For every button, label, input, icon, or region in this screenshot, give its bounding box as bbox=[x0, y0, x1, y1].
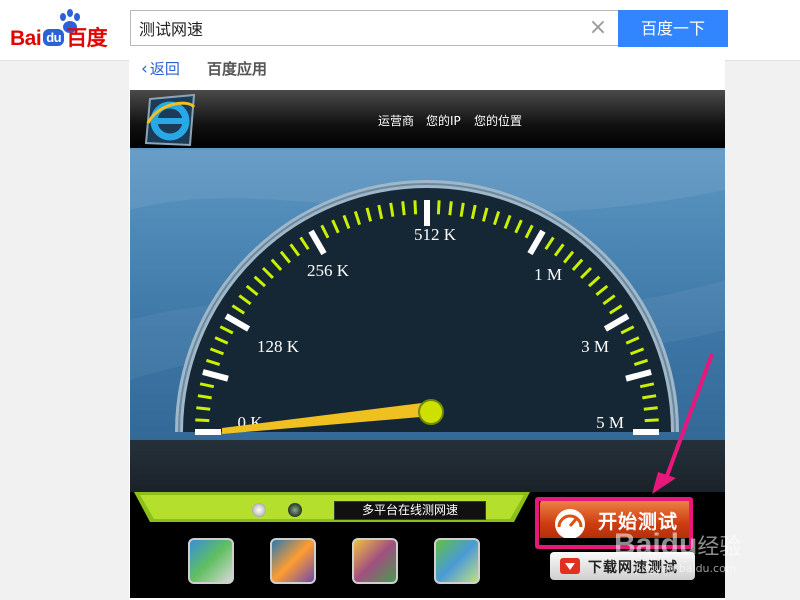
minor-tick bbox=[643, 406, 658, 411]
connection-info: 运营商 您的IP 您的位置 bbox=[130, 90, 725, 148]
platform-label: 多平台在线测网速 bbox=[334, 501, 486, 520]
carrier-label: 运营商 bbox=[378, 114, 415, 128]
search-box bbox=[130, 10, 618, 46]
location-label: 您的位置 bbox=[474, 114, 523, 128]
gauge-base bbox=[130, 440, 725, 492]
app-icon-2[interactable] bbox=[270, 538, 316, 584]
baidu-logo[interactable]: Bai du 百度 bbox=[6, 6, 122, 50]
minor-tick bbox=[413, 200, 418, 215]
scale-label: 512 K bbox=[414, 225, 457, 244]
back-label: 返回 bbox=[149, 60, 180, 78]
page-dot-active[interactable] bbox=[252, 503, 266, 517]
watermark-url: jingyan.baidu.com bbox=[635, 562, 737, 575]
minor-tick bbox=[195, 418, 210, 423]
scale-label: 1 M bbox=[534, 265, 562, 284]
minor-tick bbox=[644, 418, 659, 423]
search-button[interactable]: 百度一下 bbox=[618, 10, 728, 47]
download-icon bbox=[560, 558, 580, 574]
app-title: 百度应用 bbox=[207, 60, 268, 78]
app-nav-bar: ‹ 返回 百度应用 bbox=[129, 60, 725, 90]
back-link[interactable]: ‹ 返回 bbox=[141, 60, 180, 90]
page-dot[interactable] bbox=[288, 503, 302, 517]
minor-tick bbox=[448, 201, 453, 216]
top-search-bar: Baidu百度 × 百度一下 bbox=[0, 0, 800, 61]
logo-du: du bbox=[43, 29, 65, 46]
scale-label: 5 M bbox=[596, 413, 624, 432]
app-icon-3[interactable] bbox=[352, 538, 398, 584]
clear-search-icon[interactable]: × bbox=[586, 17, 610, 41]
minor-tick bbox=[436, 200, 441, 215]
minor-tick bbox=[401, 201, 406, 216]
search-input[interactable] bbox=[139, 11, 579, 45]
scale-label: 256 K bbox=[307, 261, 350, 280]
scale-label: 128 K bbox=[257, 337, 300, 356]
logo-wordmark: Bai du 百度 bbox=[10, 27, 108, 50]
watermark: Baidu经验 bbox=[614, 528, 742, 561]
scale-label: 3 M bbox=[581, 337, 609, 356]
speed-gauge: 0 K128 K256 K512 K1 M3 M5 M bbox=[130, 150, 725, 435]
minor-tick bbox=[196, 406, 211, 411]
app-icon-4[interactable] bbox=[434, 538, 480, 584]
gauge-needle-hub bbox=[418, 399, 444, 425]
ip-label: 您的IP bbox=[426, 114, 461, 128]
chevron-left-icon: ‹ bbox=[141, 59, 148, 79]
app-icon-1[interactable] bbox=[188, 538, 234, 584]
